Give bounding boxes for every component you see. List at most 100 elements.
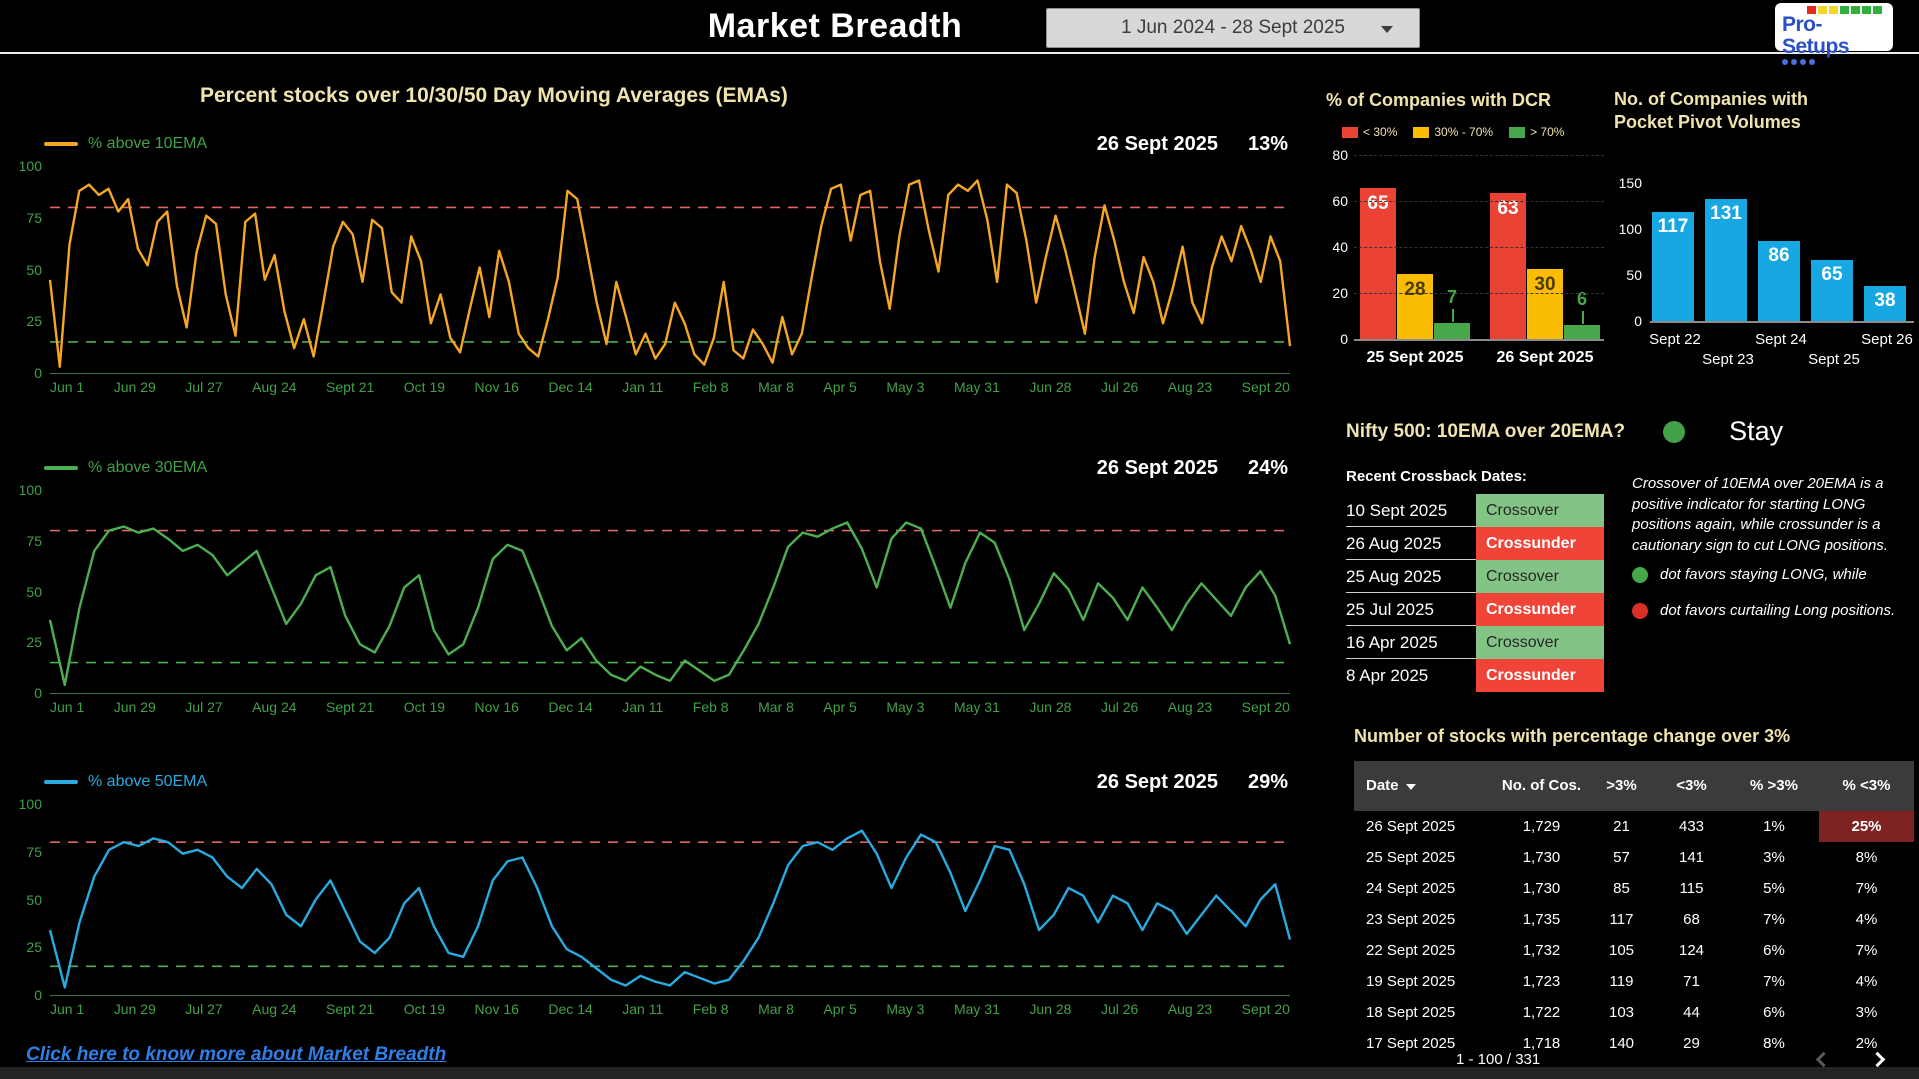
y-axis-tick: 60: [1332, 193, 1348, 209]
legend-swatch: [44, 466, 78, 470]
status-label: Stay: [1729, 416, 1784, 446]
market-breadth-info-link[interactable]: Click here to know more about Market Bre…: [26, 1044, 446, 1066]
table-cell: 1,729: [1522, 818, 1561, 835]
table-row: 18 Sept 2025 1,722 103 44 6% 3%: [1354, 997, 1914, 1028]
table-cell: 18 Sept 2025: [1366, 1004, 1456, 1021]
x-axis-tick: Dec 14: [548, 699, 593, 715]
x-axis-tick: Oct 19: [403, 699, 446, 715]
y-axis-tick: 75: [26, 209, 42, 226]
pocket-pivot-bars: 117 131 86 65 38: [1652, 198, 1906, 321]
y-axis-tick: 50: [26, 583, 42, 600]
latest-percent: 29%: [1247, 770, 1288, 793]
legend-label: 30% - 70%: [1434, 125, 1494, 139]
legend: % above 10EMA: [44, 135, 207, 153]
latest-date: 26 Sept 2025: [1096, 770, 1218, 793]
x-axis-tick: Aug 24: [252, 699, 297, 715]
green-dot-icon: [1632, 566, 1648, 583]
table-cell: 119: [1609, 973, 1634, 990]
gridline: [1354, 155, 1604, 156]
crossback-status: Crossover: [1476, 626, 1604, 659]
bar-group: 65 28 7: [1360, 187, 1470, 339]
crossback-date: 10 Sept 2025: [1346, 494, 1476, 527]
x-axis-tick: Jul 26: [1100, 699, 1139, 715]
y-axis-tick: 0: [1340, 331, 1348, 347]
gridline: [1354, 293, 1604, 294]
table-row: 25 Jul 2025 Crossunder: [1346, 593, 1604, 626]
x-axis-tick: Feb 8: [692, 1001, 729, 1017]
dcr-bars: 65 28 7 63 30 6: [1360, 187, 1600, 339]
dcr-plot-area: 65 28 7 63 30 6 80 60 40 20 0: [1332, 147, 1604, 347]
x-axis-tick: Jul 27: [185, 1001, 223, 1017]
table-row: 23 Sept 2025 1,735 117 68 7% 4%: [1354, 904, 1914, 935]
line-series: [50, 490, 1290, 693]
stocks-change-table: Number of stocks with percentage change …: [1354, 726, 1914, 1059]
bar-value-label: 86: [1768, 244, 1790, 266]
legend: % above 50EMA: [44, 773, 207, 791]
red-dot-bullet: dot favors curtailing Long positions.: [1632, 602, 1895, 619]
table-row: 26 Sept 2025 1,729 21 433 1% 25%: [1354, 811, 1914, 842]
column-header-date[interactable]: Date: [1354, 777, 1494, 794]
previous-page-icon[interactable]: [1815, 1051, 1832, 1068]
y-axis-tick: 75: [26, 843, 42, 860]
logo-dot: [1791, 59, 1797, 65]
ema-charts-title: Percent stocks over 10/30/50 Day Moving …: [200, 84, 788, 107]
table-row: 24 Sept 2025 1,730 85 115 5% 7%: [1354, 873, 1914, 904]
x-axis-tick: Sept 20: [1241, 699, 1290, 715]
stocks-table-header: Date No. of Cos. >3% <3% % >3% % <3%: [1354, 761, 1914, 811]
next-page-icon[interactable]: [1869, 1051, 1886, 1068]
bar: 28: [1397, 273, 1433, 339]
pocket-pivot-chart: No. of Companies with Pocket Pivot Volum…: [1614, 88, 1914, 368]
logo-dots: [1782, 59, 1886, 65]
x-axis-tick: Nov 16: [474, 1001, 519, 1017]
table-cell: 124: [1678, 942, 1705, 959]
table-cell: 3%: [1855, 1004, 1878, 1021]
legend-swatch: [1413, 126, 1430, 138]
dcr-chart: % of Companies with DCR < 30% 30% - 70% > …: [1326, 90, 1616, 367]
table-row: 25 Aug 2025 Crossover: [1346, 560, 1604, 593]
table-cell: 4%: [1855, 911, 1878, 928]
y-axis-tick: 100: [18, 158, 42, 174]
green-bullet-text: dot favors staying LONG, while: [1660, 566, 1867, 583]
x-axis-tick: Jun 28: [1029, 379, 1072, 395]
crossback-table: 10 Sept 2025 Crossover 26 Aug 2025 Crossund…: [1346, 494, 1604, 692]
table-cell: 1,735: [1522, 911, 1561, 928]
latest-value-label: 26 Sept 2025 13%: [1097, 133, 1292, 156]
legend-label: % above 10EMA: [88, 135, 208, 152]
table-cell: 26 Sept 2025: [1366, 818, 1456, 835]
y-axis-tick: 25: [26, 313, 42, 330]
table-cell: 115: [1679, 880, 1704, 897]
x-axis-tick: 25 Sept 2025: [1366, 349, 1464, 366]
ema-10-chart: % above 10EMA 26 Sept 2025 13% 100 75 50 25 0…: [8, 132, 1292, 395]
table-cell: 105: [1608, 942, 1635, 959]
y-axis-tick: 25: [26, 634, 42, 651]
crossback-status: Crossunder: [1476, 593, 1604, 626]
table-row: 22 Sept 2025 1,732 105 124 6% 7%: [1354, 935, 1914, 966]
y-axis-tick: 150: [1618, 175, 1642, 191]
header: Market Breadth 1 Jun 2024 - 28 Sept 2025…: [0, 0, 1919, 65]
date-range-dropdown[interactable]: 1 Jun 2024 - 28 Sept 2025: [1046, 8, 1420, 48]
x-axis: Jun 1 Jun 29 Jul 27 Aug 24 Sept 21 Oct 19 Nov …: [50, 379, 1290, 395]
table-row: 10 Sept 2025 Crossover: [1346, 494, 1604, 527]
table-cell: 25 Sept 2025: [1366, 849, 1456, 866]
x-axis-tick: May 3: [886, 379, 925, 395]
bar: 131: [1705, 198, 1747, 321]
x-axis-tick: Nov 16: [474, 699, 519, 715]
x-axis-tick: Sept 20: [1241, 1001, 1290, 1017]
legend-swatch: [1342, 126, 1358, 138]
table-cell: 44: [1683, 1004, 1700, 1021]
red-bullet-text: dot favors curtailing Long positions.: [1660, 602, 1896, 619]
x-axis-tick: Aug 24: [252, 1001, 297, 1017]
table-cell: 1,730: [1522, 849, 1561, 866]
logo-square: [1873, 6, 1882, 14]
bar-value-label: 38: [1874, 289, 1896, 311]
legend-swatch: [44, 780, 78, 784]
bar: 117: [1652, 211, 1694, 321]
x-axis-tick: Sept 23: [1702, 351, 1754, 368]
table-cell: 6%: [1763, 1004, 1785, 1021]
legend-label: % above 30EMA: [88, 459, 208, 476]
legend-item: < 30%: [1342, 125, 1397, 139]
x-axis-tick: Aug 23: [1167, 1001, 1213, 1017]
table-cell: 71: [1683, 973, 1700, 990]
bar-value-label: 28: [1404, 278, 1426, 300]
bar: 7: [1434, 287, 1470, 339]
